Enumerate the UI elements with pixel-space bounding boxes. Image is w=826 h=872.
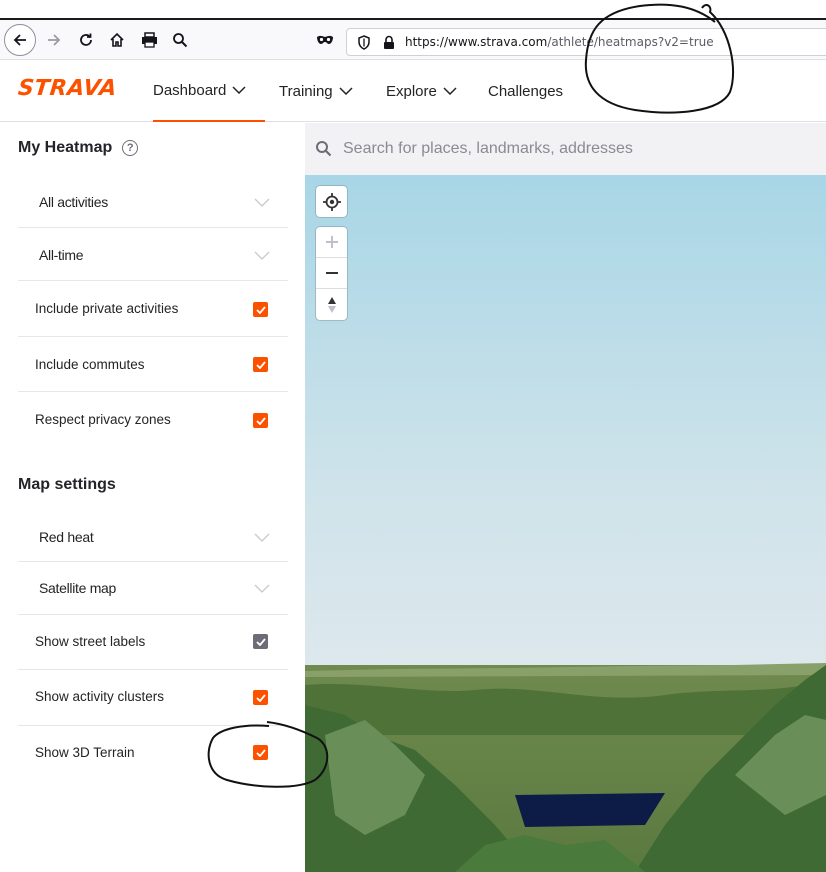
crosshair-icon xyxy=(322,192,341,211)
activity-type-value: All activities xyxy=(39,194,108,210)
3d-terrain-label: Show 3D Terrain xyxy=(35,745,135,760)
zoom-controls xyxy=(316,227,347,320)
zoom-in-button[interactable] xyxy=(316,227,347,258)
help-icon[interactable]: ? xyxy=(122,140,139,156)
checkmark-icon xyxy=(255,416,266,425)
geolocate-button[interactable] xyxy=(316,186,347,217)
nav-training[interactable]: Training xyxy=(279,60,353,122)
map-search-bar xyxy=(305,123,826,175)
include-commutes-checkbox[interactable] xyxy=(253,357,268,372)
checkmark-icon xyxy=(255,637,266,646)
print-button[interactable] xyxy=(133,24,165,56)
3d-terrain-checkbox[interactable] xyxy=(253,745,268,760)
map-canvas[interactable] xyxy=(305,175,826,872)
compass-icon xyxy=(327,296,336,313)
map-settings-title: Map settings xyxy=(18,476,116,493)
forward-arrow-icon xyxy=(48,34,61,46)
checkmark-icon xyxy=(255,360,266,369)
map-settings-heading: Map settings xyxy=(18,476,116,494)
include-private-label: Include private activities xyxy=(35,301,179,316)
time-range-dropdown[interactable]: All-time xyxy=(18,228,288,281)
activity-clusters-checkbox[interactable] xyxy=(253,690,268,705)
compass-button[interactable] xyxy=(316,289,347,320)
chevron-down-icon xyxy=(232,86,246,94)
chevron-down-icon xyxy=(443,87,457,95)
activity-clusters-label: Show activity clusters xyxy=(35,689,165,704)
heatmap-sidebar: My Heatmap ? All activities All-time Inc… xyxy=(0,123,305,872)
browser-toolbar: https://www.strava.com/athlete/heatmaps?… xyxy=(0,18,826,60)
zoom-out-button[interactable] xyxy=(316,258,347,289)
chevron-down-icon xyxy=(339,87,353,95)
home-icon xyxy=(110,32,124,47)
checkmark-icon xyxy=(255,305,266,314)
mask-icon xyxy=(317,35,333,44)
reload-button[interactable] xyxy=(70,24,102,56)
map-type-dropdown[interactable]: Satellite map xyxy=(18,562,288,615)
site-header: STRAVA Dashboard Training Explore Challe… xyxy=(0,60,826,122)
activity-type-dropdown[interactable]: All activities xyxy=(18,175,288,228)
heat-color-dropdown[interactable]: Red heat xyxy=(18,509,288,562)
heat-color-value: Red heat xyxy=(39,529,94,545)
nav-challenges-label: Challenges xyxy=(488,82,564,100)
map-search-input[interactable] xyxy=(343,137,813,161)
url-host: https://www.strava.com xyxy=(405,35,548,49)
address-bar[interactable]: https://www.strava.com/athlete/heatmaps?… xyxy=(346,28,826,56)
url-path: /athlete/heatmaps?v2=true xyxy=(547,35,714,49)
url-text: https://www.strava.com/athlete/heatmaps?… xyxy=(405,35,714,49)
plus-icon xyxy=(325,236,338,248)
map-type-value: Satellite map xyxy=(39,580,117,596)
nav-dashboard-label: Dashboard xyxy=(153,81,227,99)
terrain-view xyxy=(305,175,826,872)
respect-privacy-row[interactable]: Respect privacy zones xyxy=(18,392,288,448)
include-private-checkbox[interactable] xyxy=(253,302,268,317)
printer-icon xyxy=(141,32,157,48)
3d-terrain-row[interactable]: Show 3D Terrain xyxy=(18,726,288,782)
magnifier-icon xyxy=(173,33,188,48)
back-arrow-icon xyxy=(13,34,26,46)
lock-icon xyxy=(384,35,394,49)
nav-challenges[interactable]: Challenges xyxy=(488,60,563,122)
include-private-row[interactable]: Include private activities xyxy=(18,281,288,337)
search-icon xyxy=(316,141,332,157)
activity-clusters-row[interactable]: Show activity clusters xyxy=(18,670,288,726)
forward-button[interactable] xyxy=(38,24,70,56)
include-commutes-label: Include commutes xyxy=(35,357,145,372)
reload-icon xyxy=(80,33,92,46)
respect-privacy-checkbox[interactable] xyxy=(253,413,268,428)
nav-training-label: Training xyxy=(279,82,333,100)
chevron-down-icon xyxy=(254,251,270,260)
time-range-value: All-time xyxy=(39,247,84,263)
street-labels-row[interactable]: Show street labels xyxy=(18,615,288,670)
chevron-down-icon xyxy=(254,584,270,593)
nav-explore[interactable]: Explore xyxy=(386,60,457,122)
street-labels-label: Show street labels xyxy=(35,634,146,649)
shield-icon xyxy=(358,35,370,50)
back-button[interactable] xyxy=(4,24,36,56)
respect-privacy-label: Respect privacy zones xyxy=(35,412,171,427)
minus-icon xyxy=(325,272,338,274)
my-heatmap-title: My Heatmap xyxy=(18,139,113,156)
screenshot: https://www.strava.com/athlete/heatmaps?… xyxy=(0,0,826,872)
include-commutes-row[interactable]: Include commutes xyxy=(18,337,288,392)
geolocate-control xyxy=(316,186,347,217)
chevron-down-icon xyxy=(254,533,270,542)
nav-dashboard[interactable]: Dashboard xyxy=(153,60,265,122)
nav-explore-label: Explore xyxy=(386,82,437,100)
checkmark-icon xyxy=(255,693,266,702)
street-labels-checkbox[interactable] xyxy=(253,634,268,649)
home-button[interactable] xyxy=(101,24,133,56)
checkmark-icon xyxy=(255,748,266,757)
strava-logo[interactable]: STRAVA xyxy=(17,76,119,101)
my-heatmap-heading: My Heatmap ? xyxy=(18,139,139,157)
chevron-down-icon xyxy=(254,198,270,207)
find-button[interactable] xyxy=(164,24,196,56)
